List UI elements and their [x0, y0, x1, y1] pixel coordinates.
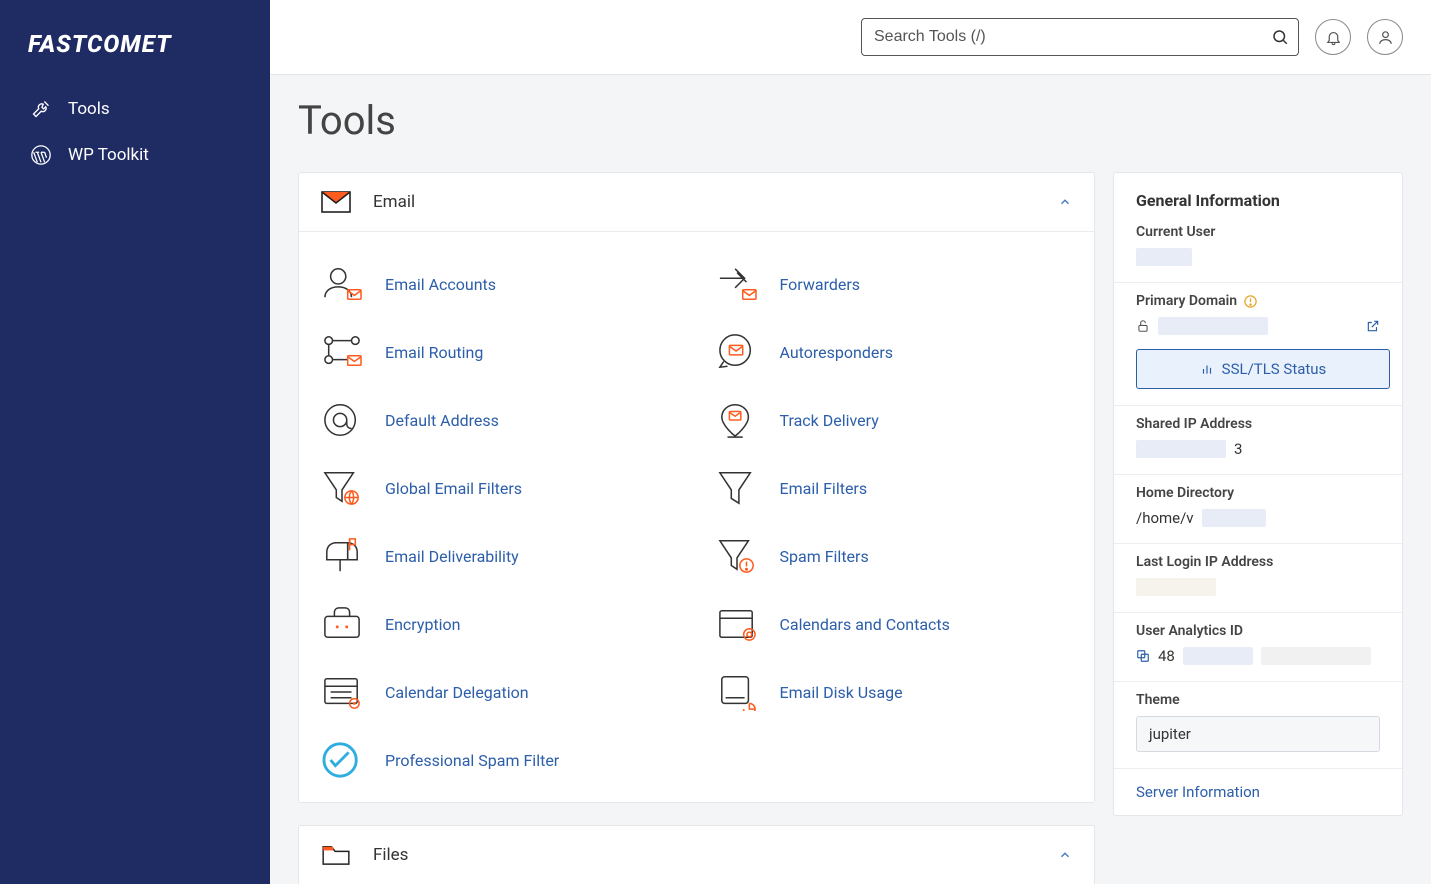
- notifications-button[interactable]: [1315, 19, 1351, 55]
- home-dir-label: Home Directory: [1136, 485, 1380, 501]
- current-user-value: [1136, 248, 1380, 266]
- external-link-icon[interactable]: [1366, 319, 1380, 333]
- panel-title: Files: [373, 845, 408, 865]
- search-input[interactable]: [861, 18, 1299, 56]
- home-dir-value: /home/v: [1136, 509, 1380, 527]
- funnel-icon: [714, 467, 760, 509]
- disk-chart-icon: [714, 671, 760, 713]
- spam-shield-icon: [319, 739, 365, 781]
- bell-icon: [1325, 29, 1342, 46]
- tool-label: Encryption: [385, 615, 461, 634]
- copy-icon[interactable]: [1136, 649, 1150, 663]
- tool-label: Autoresponders: [780, 343, 894, 362]
- tool-calendar-delegation[interactable]: Calendar Delegation: [317, 658, 682, 726]
- tool-label: Calendar Delegation: [385, 683, 529, 702]
- user-mail-icon: [319, 263, 365, 305]
- reply-loop-icon: [714, 331, 760, 373]
- envelope-icon: [321, 191, 351, 213]
- tool-professional-spam-filter[interactable]: Professional Spam Filter: [317, 726, 682, 794]
- tool-label: Spam Filters: [780, 547, 869, 566]
- tool-global-email-filters[interactable]: Global Email Filters: [317, 454, 682, 522]
- analytics-label: User Analytics ID: [1136, 623, 1380, 639]
- tool-email-accounts[interactable]: Email Accounts: [317, 250, 682, 318]
- primary-domain-value: [1136, 317, 1380, 335]
- tool-spam-filters[interactable]: Spam Filters: [712, 522, 1077, 590]
- info-title: General Information: [1114, 173, 1402, 224]
- calendar-at-icon: [714, 603, 760, 645]
- at-sign-icon: [319, 399, 365, 441]
- tool-track-delivery[interactable]: Track Delivery: [712, 386, 1077, 454]
- tool-label: Professional Spam Filter: [385, 751, 559, 770]
- files-panel-header[interactable]: Files: [299, 826, 1094, 884]
- brand-logo: FASTCOMET: [0, 20, 270, 86]
- calendar-gear-icon: [319, 671, 365, 713]
- tool-label: Calendars and Contacts: [780, 615, 950, 634]
- wordpress-icon: [30, 144, 52, 166]
- tool-email-routing[interactable]: Email Routing: [317, 318, 682, 386]
- analytics-value: 48: [1136, 647, 1380, 665]
- last-login-value: [1136, 578, 1380, 596]
- theme-label: Theme: [1136, 692, 1380, 708]
- tool-default-address[interactable]: Default Address: [317, 386, 682, 454]
- funnel-globe-icon: [319, 467, 365, 509]
- sidebar-item-label: Tools: [68, 99, 110, 119]
- tools-icon: [30, 98, 52, 120]
- tool-email-disk-usage[interactable]: Email Disk Usage: [712, 658, 1077, 726]
- chevron-up-icon: [1058, 848, 1072, 862]
- last-login-label: Last Login IP Address: [1136, 554, 1380, 570]
- funnel-alert-icon: [714, 535, 760, 577]
- tool-label: Email Routing: [385, 343, 483, 362]
- email-panel: Email Email Accounts Forwar: [298, 172, 1095, 803]
- forward-arrow-icon: [714, 263, 760, 305]
- pin-mail-icon: [714, 399, 760, 441]
- files-panel: Files: [298, 825, 1095, 884]
- tool-label: Email Deliverability: [385, 547, 519, 566]
- chevron-up-icon: [1058, 195, 1072, 209]
- bar-chart-icon: [1200, 362, 1214, 376]
- tool-label: Forwarders: [780, 275, 861, 294]
- server-info-link[interactable]: Server Information: [1114, 768, 1402, 815]
- mailbox-icon: [319, 535, 365, 577]
- briefcase-lock-icon: [319, 603, 365, 645]
- main-content: Tools Email: [270, 0, 1431, 884]
- general-info-panel: General Information Current User Primary…: [1113, 172, 1403, 816]
- unlock-icon: [1136, 319, 1150, 333]
- shared-ip-value: 3: [1136, 440, 1380, 458]
- shared-ip-label: Shared IP Address: [1136, 416, 1380, 432]
- user-menu-button[interactable]: [1367, 19, 1403, 55]
- sidebar-item-tools[interactable]: Tools: [0, 86, 270, 132]
- tool-forwarders[interactable]: Forwarders: [712, 250, 1077, 318]
- tool-label: Email Filters: [780, 479, 868, 498]
- ssl-status-button[interactable]: SSL/TLS Status: [1136, 349, 1390, 389]
- tool-encryption[interactable]: Encryption: [317, 590, 682, 658]
- page-title: Tools: [270, 97, 1431, 144]
- tool-label: Global Email Filters: [385, 479, 522, 498]
- tool-label: Email Accounts: [385, 275, 496, 294]
- tool-label: Email Disk Usage: [780, 683, 903, 702]
- user-icon: [1377, 29, 1394, 46]
- tool-calendars-contacts[interactable]: Calendars and Contacts: [712, 590, 1077, 658]
- sidebar-item-label: WP Toolkit: [68, 145, 149, 165]
- sidebar: FASTCOMET Tools WP Toolkit: [0, 0, 270, 884]
- email-panel-header[interactable]: Email: [299, 173, 1094, 232]
- tool-label: Default Address: [385, 411, 499, 430]
- folder-icon: [321, 844, 351, 866]
- primary-domain-label: Primary Domain: [1136, 293, 1380, 309]
- warning-icon: [1243, 294, 1258, 309]
- top-bar: [270, 0, 1431, 75]
- panel-title: Email: [373, 192, 415, 212]
- current-user-label: Current User: [1136, 224, 1380, 240]
- tool-email-deliverability[interactable]: Email Deliverability: [317, 522, 682, 590]
- routing-icon: [319, 331, 365, 373]
- tool-email-filters[interactable]: Email Filters: [712, 454, 1077, 522]
- theme-select[interactable]: jupiter: [1136, 716, 1380, 752]
- tool-label: Track Delivery: [780, 411, 879, 430]
- tool-autoresponders[interactable]: Autoresponders: [712, 318, 1077, 386]
- sidebar-item-wp-toolkit[interactable]: WP Toolkit: [0, 132, 270, 178]
